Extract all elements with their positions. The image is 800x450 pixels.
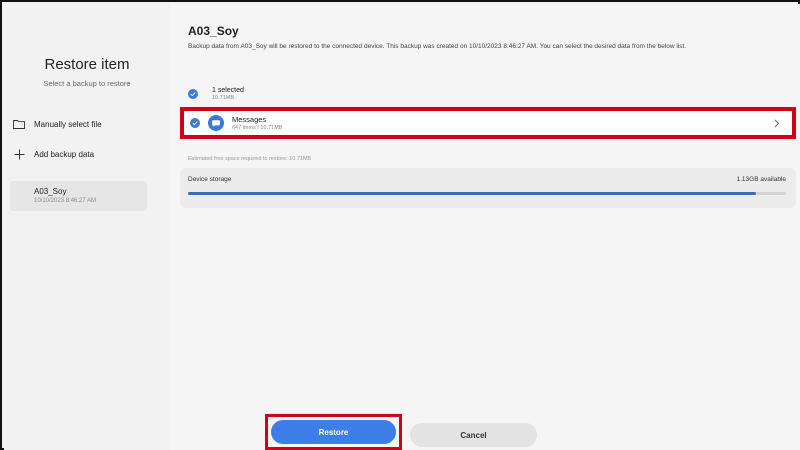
storage-progress-fill (188, 192, 757, 195)
estimated-space-text: Estimated free space required to restore… (188, 156, 312, 162)
backup-description: Backup data from A03_Soy will be restore… (188, 43, 687, 50)
messages-item-meta: 647 items / 10.71MB (232, 125, 283, 131)
restore-button[interactable]: Restore (271, 420, 396, 444)
manually-select-file-label: Manually select file (34, 119, 102, 129)
app-window: Restore item Select a backup to restore … (0, 0, 800, 450)
manually-select-file-button[interactable]: Manually select file (12, 115, 102, 133)
cancel-button[interactable]: Cancel (410, 423, 537, 447)
restore-item-subtitle: Select a backup to restore (43, 79, 131, 88)
select-all-row[interactable]: 1 selected 10.71MB (188, 84, 244, 104)
check-icon (192, 121, 198, 126)
check-icon (190, 92, 196, 97)
select-all-checkbox[interactable] (188, 89, 198, 99)
messages-checkbox[interactable] (190, 118, 200, 128)
selected-size: 10.71MB (212, 95, 235, 101)
folder-icon (12, 117, 26, 131)
backup-name: A03_Soy (34, 187, 67, 196)
add-backup-data-button[interactable]: Add backup data (12, 145, 94, 163)
left-pane: Restore item Select a backup to restore … (4, 4, 170, 450)
messages-item-row[interactable]: Messages 647 items / 10.71MB (180, 107, 796, 139)
messages-app-icon (208, 115, 224, 131)
backup-date: 10/10/2023 8:46:27 AM (34, 198, 97, 204)
storage-progress-track (188, 192, 786, 195)
device-storage-available: 1.13GB available (736, 176, 786, 183)
restore-button-highlight: Restore (265, 414, 402, 450)
selected-count: 1 selected (212, 87, 244, 94)
device-storage-card: Device storage 1.13GB available (180, 168, 796, 208)
chevron-right-icon[interactable] (774, 119, 780, 131)
plus-icon (12, 147, 26, 161)
backup-title: A03_Soy (188, 24, 239, 38)
backup-list-item[interactable]: A03_Soy 10/10/2023 8:46:27 AM (10, 181, 147, 211)
restore-item-title: Restore item (44, 56, 130, 73)
add-backup-data-label: Add backup data (34, 149, 95, 159)
messages-item-name: Messages (232, 115, 267, 124)
device-storage-label: Device storage (188, 176, 232, 183)
main-pane: A03_Soy Backup data from A03_Soy will be… (170, 4, 800, 450)
